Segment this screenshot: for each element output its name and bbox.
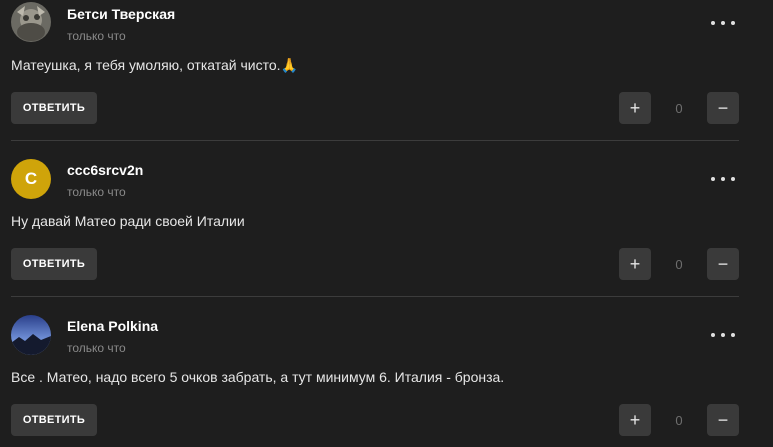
avatar[interactable] [11, 315, 51, 355]
downvote-button[interactable]: − [707, 92, 739, 124]
downvote-button[interactable]: − [707, 404, 739, 436]
divider [11, 140, 739, 141]
minus-icon: − [717, 97, 729, 118]
vote-score: 0 [675, 100, 683, 116]
upvote-button[interactable]: + [619, 248, 651, 280]
more-options-icon[interactable] [711, 15, 735, 31]
comment-timestamp: только что [67, 29, 126, 43]
upvote-button[interactable]: + [619, 404, 651, 436]
upvote-button[interactable]: + [619, 92, 651, 124]
divider [11, 296, 739, 297]
comment-author[interactable]: ccc6srcv2n [67, 162, 143, 178]
minus-icon: − [717, 253, 729, 274]
comment-author[interactable]: Elena Polkina [67, 318, 158, 334]
more-options-icon[interactable] [711, 327, 735, 343]
avatar[interactable]: C [11, 159, 51, 199]
comment-timestamp: только что [67, 341, 126, 355]
comment-text: Матеушка, я тебя умоляю, откатай чисто.🙏 [11, 57, 298, 73]
vote-score: 0 [675, 412, 683, 428]
comment-author[interactable]: Бетси Тверская [67, 6, 175, 22]
reply-button[interactable]: ответить [11, 92, 97, 124]
comment-text: Ну давай Матео ради своей Италии [11, 213, 245, 229]
minus-icon: − [717, 409, 729, 430]
more-options-icon[interactable] [711, 171, 735, 187]
downvote-button[interactable]: − [707, 248, 739, 280]
avatar-letter: C [24, 169, 38, 188]
reply-button[interactable]: ответить [11, 248, 97, 280]
reply-button[interactable]: ответить [11, 404, 97, 436]
comment-text: Все . Матео, надо всего 5 очков забрать,… [11, 369, 505, 385]
comment-timestamp: только что [67, 185, 126, 199]
vote-score: 0 [675, 256, 683, 272]
avatar[interactable] [11, 2, 51, 42]
plus-icon: + [629, 409, 641, 430]
plus-icon: + [629, 253, 641, 274]
plus-icon: + [629, 97, 641, 118]
